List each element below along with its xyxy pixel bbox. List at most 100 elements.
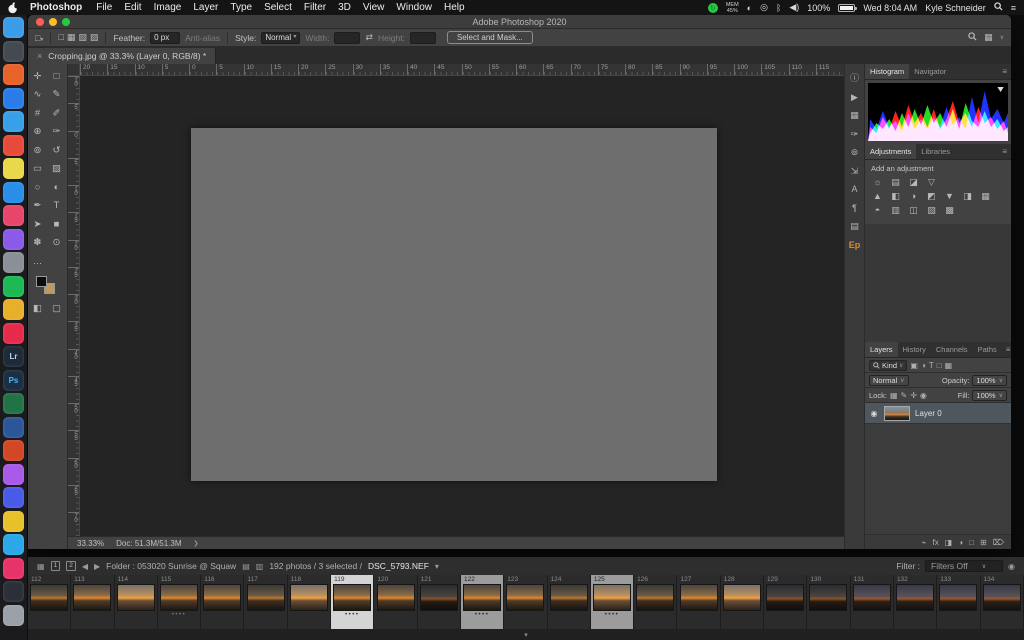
new-layer-icon[interactable]: ⊞ <box>980 538 987 547</box>
color-lookup-adjustment-icon[interactable]: ▦ <box>979 191 992 202</box>
workspace-switcher-icon[interactable]: ▦ <box>984 32 993 43</box>
spot-healing-brush-tool[interactable]: ⊕ <box>28 123 47 142</box>
dock-word[interactable] <box>3 417 24 438</box>
vibrance-adjustment-icon[interactable]: ▲ <box>871 191 884 202</box>
dock-chrome[interactable] <box>3 511 24 532</box>
delete-layer-icon[interactable]: ⌦ <box>993 538 1004 547</box>
panel-tab-libraries[interactable]: Libraries <box>916 144 955 159</box>
rectangular-marquee-tool[interactable]: □ <box>47 67 66 86</box>
dock-slack[interactable] <box>3 558 24 579</box>
history-brush-tool[interactable]: ↺ <box>47 141 66 160</box>
pen-tool[interactable]: ✒ <box>28 197 47 216</box>
exposure-adjustment-icon[interactable]: ▽ <box>925 177 938 188</box>
color-balance-adjustment-icon[interactable]: ◑ <box>907 191 920 202</box>
eraser-tool[interactable]: ▭ <box>28 160 47 179</box>
dock-photoshop[interactable]: Ps <box>3 370 24 391</box>
collapse-filmstrip-icon[interactable]: ▾ <box>524 631 528 639</box>
filmstrip-thumb-113[interactable]: 113 <box>71 575 114 629</box>
dock-firefox[interactable] <box>3 64 24 85</box>
filmstrip-thumb-130[interactable]: 130 <box>807 575 850 629</box>
custom-shape-tool[interactable]: ■ <box>47 215 66 234</box>
notification-center-icon[interactable]: ≡ <box>1011 3 1016 13</box>
menubar-menu-type[interactable]: Type <box>230 2 252 13</box>
filmstrip-thumb-117[interactable]: 117 <box>244 575 287 629</box>
go-forward-icon[interactable]: ▶ <box>94 562 100 571</box>
zoom-window-button[interactable] <box>62 18 70 26</box>
battery-icon[interactable] <box>838 4 855 12</box>
channel-mixer-adjustment-icon[interactable]: ◨ <box>961 191 974 202</box>
filmstrip-thumb-121[interactable]: 121 <box>418 575 461 629</box>
subtract-from-selection-icon[interactable]: ▧ <box>78 32 87 43</box>
dock-powerpoint[interactable] <box>3 440 24 461</box>
link-layers-icon[interactable]: ⌁ <box>922 538 927 547</box>
filmstrip-thumb-119[interactable]: 119 •••• <box>331 575 374 629</box>
filmstrip-thumb-129[interactable]: 129 <box>764 575 807 629</box>
dock-terminal[interactable] <box>3 581 24 602</box>
adjustment-layer-icon[interactable]: ◑ <box>958 538 963 547</box>
dock-mail[interactable] <box>3 111 24 132</box>
lock-pixels-icon[interactable]: ✎ <box>901 391 908 400</box>
brightness-contrast-adjustment-icon[interactable]: ☼ <box>871 177 884 188</box>
exposure-plugin-icon[interactable]: Ep <box>849 240 861 250</box>
dnd-icon[interactable]: ◐ <box>747 3 752 13</box>
character-panel-icon[interactable]: A <box>851 184 857 194</box>
blend-mode-dropdown[interactable]: Normal∨ <box>869 375 909 386</box>
libraries-panel-icon[interactable]: ▤ <box>850 221 859 231</box>
lock-transparency-icon[interactable]: ▦ <box>890 391 898 400</box>
anti-alias-checkbox[interactable]: Anti-alias <box>185 33 220 43</box>
blur-tool[interactable]: ○ <box>28 178 47 197</box>
quick-selection-tool[interactable]: ✎ <box>47 86 66 105</box>
document-canvas[interactable] <box>191 128 717 481</box>
apple-menu-icon[interactable] <box>8 2 18 14</box>
fill-dropdown[interactable]: 100%∨ <box>972 390 1007 401</box>
gradient-map-adjustment-icon[interactable]: ▧ <box>925 205 938 216</box>
path-selection-tool[interactable]: ➤ <box>28 215 47 234</box>
active-app-name[interactable]: Photoshop <box>30 2 82 13</box>
menubar-menu-layer[interactable]: Layer <box>193 2 218 13</box>
layer-effects-icon[interactable]: fx <box>933 538 939 547</box>
canvas-pasteboard[interactable] <box>80 76 844 536</box>
filmstrip-thumb-120[interactable]: 120 <box>374 575 417 629</box>
horizontal-ruler[interactable]: 2015105051015202530354045505560657075808… <box>80 64 844 76</box>
panel-tab-histogram[interactable]: Histogram <box>865 64 909 79</box>
filter-adjustment-layers-icon[interactable]: ◑ <box>921 361 926 370</box>
layers-panel-menu-icon[interactable]: ≡ <box>1002 342 1015 357</box>
kind-filter-dropdown[interactable]: Kind∨ <box>869 360 907 371</box>
filmstrip-thumb-123[interactable]: 123 <box>504 575 547 629</box>
layer-mask-icon[interactable]: ◨ <box>945 538 953 547</box>
dock-notes[interactable] <box>3 158 24 179</box>
go-back-icon[interactable]: ◀ <box>82 562 88 571</box>
menubar-clock[interactable]: Wed 8:04 AM <box>863 3 917 13</box>
filmstrip-thumb-125[interactable]: 125 •••• <box>591 575 634 629</box>
foreground-color-swatch[interactable] <box>36 276 47 287</box>
filmstrip-thumb-133[interactable]: 133 <box>937 575 980 629</box>
filter-smart-objects-icon[interactable]: ▦ <box>945 361 953 370</box>
filter-toggle-icon[interactable]: ◉ <box>1008 562 1015 571</box>
tool-preset-icon[interactable]: □▾ <box>35 33 43 43</box>
panel-tab-navigator[interactable]: Navigator <box>909 64 951 79</box>
intersect-selection-icon[interactable]: ▨ <box>90 32 99 43</box>
filter-shape-layers-icon[interactable]: □ <box>937 361 942 370</box>
width-input[interactable] <box>334 32 360 44</box>
selective-color-adjustment-icon[interactable]: ▩ <box>943 205 956 216</box>
height-input[interactable] <box>410 32 436 44</box>
dock-trash[interactable] <box>3 605 24 626</box>
close-tab-icon[interactable]: × <box>37 51 42 61</box>
crop-tool[interactable]: # <box>28 104 47 123</box>
list-view-icon[interactable]: ▥ <box>256 562 264 571</box>
filmstrip-thumb-114[interactable]: 114 <box>115 575 158 629</box>
thumbnail-view-icon[interactable]: ▤ <box>242 562 250 571</box>
brush-settings-panel-icon[interactable]: ✑ <box>851 129 859 139</box>
secondary-monitor-button[interactable]: 2 <box>66 561 76 571</box>
volume-icon[interactable]: ◀) <box>789 2 799 13</box>
panel-tab-history[interactable]: History <box>898 342 931 357</box>
filmstrip-source-breadcrumb[interactable]: Folder : 053020 Sunrise @ Squaw <box>106 561 236 571</box>
filter-preset-dropdown[interactable]: Filters Off∨ <box>925 560 1003 572</box>
dock-system-preferences[interactable] <box>3 252 24 273</box>
active-filename[interactable]: DSC_5793.NEF <box>368 561 429 571</box>
panel-tab-paths[interactable]: Paths <box>973 342 1002 357</box>
filmstrip-thumb-124[interactable]: 124 <box>548 575 591 629</box>
dock-spotify[interactable] <box>3 276 24 297</box>
type-tool[interactable]: T <box>47 197 66 216</box>
location-icon[interactable]: ◎ <box>760 2 768 13</box>
